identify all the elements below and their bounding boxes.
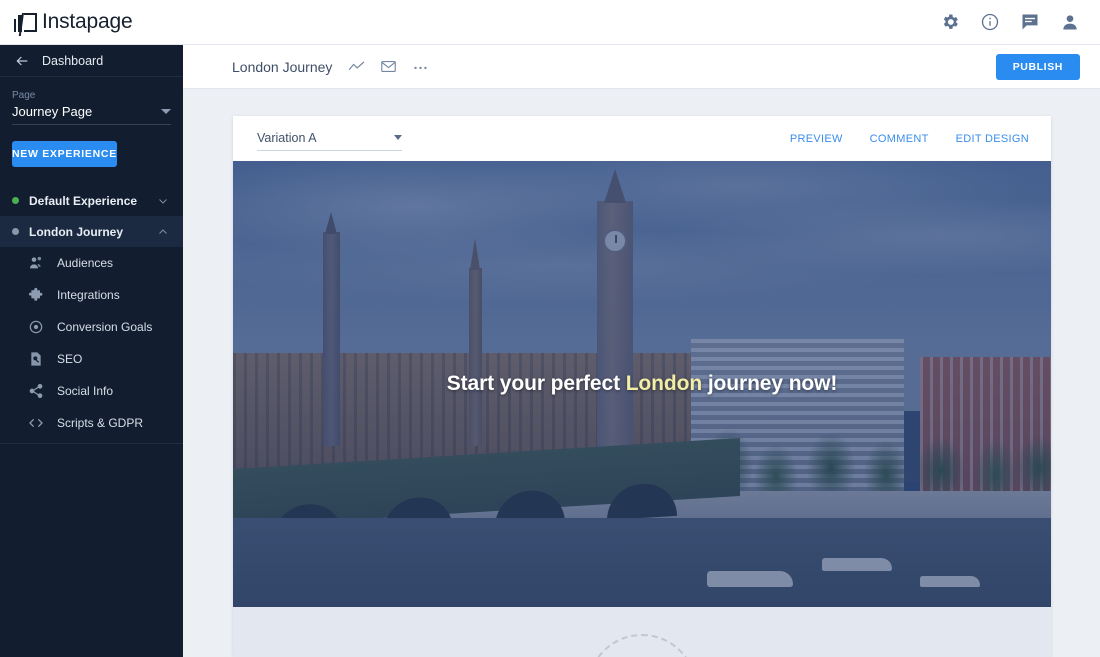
brand-logo[interactable]: Instapage — [14, 10, 133, 34]
instapage-app: Instapage Dashboard Page Journey Page NE… — [0, 0, 1100, 657]
hero-banner[interactable]: Start your perfect London journey now! — [233, 161, 1051, 607]
sidebar-item-social-info[interactable]: Social Info — [0, 375, 183, 407]
headline-highlight: London — [625, 372, 703, 395]
topbar-actions — [940, 12, 1080, 32]
variation-select[interactable]: Variation A — [257, 131, 402, 151]
sidebar-item-seo[interactable]: SEO — [0, 343, 183, 375]
canvas-wrapper: Variation A PREVIEW COMMENT EDIT DESIGN — [183, 89, 1100, 657]
sidebar-item-audiences[interactable]: Audiences — [0, 247, 183, 279]
sidebar-item-integrations[interactable]: Integrations — [0, 279, 183, 311]
page-title: London Journey — [232, 58, 333, 75]
chevron-down-icon — [157, 195, 169, 207]
page-header-icons — [348, 58, 429, 75]
comment-link[interactable]: COMMENT — [870, 133, 929, 145]
sidebar-item-label: Scripts & GDPR — [57, 416, 144, 430]
new-experience-button[interactable]: NEW EXPERIENCE — [12, 141, 117, 167]
arrow-left-icon — [14, 53, 30, 69]
brand-name: Instapage — [42, 10, 133, 33]
dashed-drop-circle-icon — [587, 634, 697, 657]
page-header: London Journey PUBLISH — [183, 45, 1100, 89]
sidebar-divider — [0, 443, 183, 444]
headline-suffix: journey now! — [702, 372, 838, 395]
left-sidebar: Dashboard Page Journey Page NEW EXPERIEN… — [0, 45, 183, 657]
target-icon — [28, 319, 44, 335]
share-network-icon — [28, 383, 44, 399]
variation-card: Variation A PREVIEW COMMENT EDIT DESIGN — [233, 116, 1051, 657]
variation-toolbar: Variation A PREVIEW COMMENT EDIT DESIGN — [233, 116, 1051, 161]
analytics-line-icon[interactable] — [348, 58, 365, 75]
instapage-logo-mark-icon — [14, 12, 37, 32]
status-dot-icon — [12, 197, 19, 204]
sidebar-item-label: Integrations — [57, 288, 120, 302]
main-area: London Journey PUBLISH Variation A PREVI… — [183, 45, 1100, 657]
envelope-icon[interactable] — [380, 58, 397, 75]
audiences-people-icon — [28, 255, 44, 271]
sidebar-item-conversion-goals[interactable]: Conversion Goals — [0, 311, 183, 343]
hero-text-block: Start your perfect London journey now! — [233, 161, 1051, 607]
page-select[interactable]: Journey Page — [12, 104, 171, 125]
global-topbar: Instapage — [0, 0, 1100, 45]
page-section-placeholder[interactable] — [233, 607, 1051, 657]
user-account-icon[interactable] — [1060, 12, 1080, 32]
hero-headline: Start your perfect London journey now! — [447, 372, 838, 396]
chevron-up-icon — [157, 226, 169, 238]
code-brackets-icon — [28, 415, 44, 431]
sidebar-item-label: Social Info — [57, 384, 114, 398]
sidebar-item-label: Audiences — [57, 256, 114, 270]
more-ellipsis-icon[interactable] — [412, 58, 429, 75]
status-dot-icon — [12, 228, 19, 235]
sidebar-page-selector-block: Page Journey Page — [0, 77, 183, 125]
publish-button[interactable]: PUBLISH — [995, 53, 1080, 80]
page-field-label: Page — [12, 90, 36, 101]
sidebar-item-label: Conversion Goals — [57, 320, 153, 334]
settings-gear-icon[interactable] — [940, 12, 960, 32]
puzzle-piece-icon — [28, 287, 44, 303]
variation-select-value: Variation A — [257, 130, 317, 145]
page-select-value: Journey Page — [12, 104, 93, 119]
sidebar-experience-label: Default Experience — [29, 193, 138, 208]
seo-document-icon — [28, 351, 44, 367]
sidebar-item-scripts-gdpr[interactable]: Scripts & GDPR — [0, 407, 183, 439]
chat-feedback-icon[interactable] — [1020, 12, 1040, 32]
sidebar-experience-london-journey[interactable]: London Journey — [0, 216, 183, 247]
headline-prefix: Start your perfect — [446, 372, 626, 395]
sidebar-back-label: Dashboard — [42, 53, 104, 68]
preview-link[interactable]: PREVIEW — [790, 133, 843, 145]
variation-actions: PREVIEW COMMENT EDIT DESIGN — [790, 133, 1029, 145]
caret-down-icon — [394, 135, 402, 140]
edit-design-link[interactable]: EDIT DESIGN — [956, 133, 1029, 145]
sidebar-experience-default[interactable]: Default Experience — [0, 185, 183, 216]
caret-down-icon — [161, 109, 171, 114]
sidebar-experience-label: London Journey — [29, 224, 123, 239]
info-circle-icon[interactable] — [980, 12, 1000, 32]
sidebar-back-to-dashboard[interactable]: Dashboard — [0, 45, 183, 77]
sidebar-item-label: SEO — [57, 352, 83, 366]
